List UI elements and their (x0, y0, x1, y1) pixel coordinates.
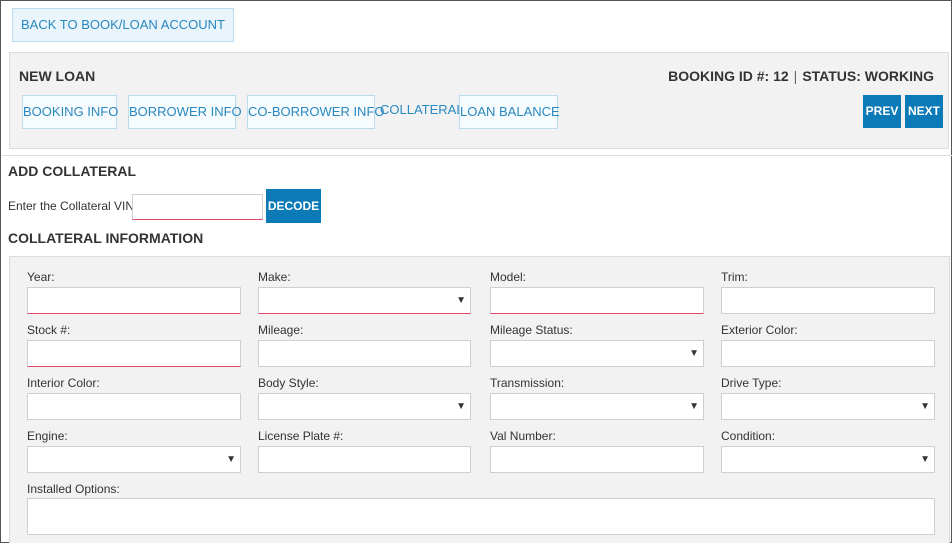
condition-select[interactable]: ▼ (721, 446, 935, 473)
status-separator: | (793, 68, 798, 84)
booking-id: BOOKING ID #: 12 (668, 68, 789, 84)
chevron-down-icon: ▼ (226, 454, 236, 465)
chevron-down-icon: ▼ (456, 295, 466, 306)
tab-collateral[interactable]: COLLATERAL (380, 95, 464, 129)
tab-loan-balance[interactable]: LOAN BALANCE (459, 95, 560, 129)
engine-select[interactable]: ▼ (27, 446, 241, 473)
body-style-select[interactable]: ▼ (258, 393, 471, 420)
make-select[interactable]: ▼ (258, 287, 471, 314)
exterior-color-label: Exterior Color: (721, 323, 798, 337)
transmission-select[interactable]: ▼ (490, 393, 704, 420)
installed-options-textarea[interactable] (27, 498, 935, 535)
add-collateral-heading: ADD COLLATERAL (8, 163, 137, 179)
loan-header-panel: NEW LOAN BOOKING ID #: 12 | STATUS: WORKIN… (9, 52, 949, 149)
val-number-label: Val Number: (490, 429, 556, 443)
exterior-color-input[interactable] (721, 340, 935, 367)
back-to-list-button[interactable]: BACK TO BOOK/LOAN ACCOUNT LIST (12, 8, 234, 64)
vin-input[interactable] (132, 194, 263, 220)
section-divider (2, 155, 952, 156)
model-label: Model: (490, 270, 527, 284)
collateral-information-heading: COLLATERAL INFORMATION (8, 230, 204, 246)
booking-status: BOOKING ID #: 12 | STATUS: WORKING (668, 68, 934, 84)
condition-label: Condition: (721, 429, 776, 443)
trim-label: Trim: (721, 270, 748, 284)
model-input[interactable] (490, 287, 704, 314)
mileage-status-select[interactable]: ▼ (490, 340, 704, 367)
body-style-label: Body Style: (258, 376, 319, 390)
prev-button[interactable]: PREV (863, 95, 901, 128)
stock-input[interactable] (27, 340, 241, 367)
make-label: Make: (258, 270, 291, 284)
stock-label: Stock #: (27, 323, 71, 337)
status-text: STATUS: WORKING (802, 68, 934, 84)
mileage-status-label: Mileage Status: (490, 323, 573, 337)
engine-label: Engine: (27, 429, 68, 443)
page-title: NEW LOAN (19, 68, 96, 84)
installed-options-label: Installed Options: (27, 482, 120, 496)
mileage-input[interactable] (258, 340, 471, 367)
collateral-form-panel: Year: Make: ▼ Model: Trim: Stock #: Mile… (9, 256, 950, 543)
interior-color-input[interactable] (27, 393, 241, 420)
chevron-down-icon: ▼ (456, 401, 466, 412)
vin-label: Enter the Collateral VIN: (8, 199, 138, 213)
year-input[interactable] (27, 287, 241, 314)
next-button[interactable]: NEXT (905, 95, 943, 128)
chevron-down-icon: ▼ (689, 401, 699, 412)
tab-co-borrower-info[interactable]: CO-BORROWER INFO (247, 95, 385, 129)
interior-color-label: Interior Color: (27, 376, 100, 390)
year-label: Year: (27, 270, 55, 284)
drive-type-select[interactable]: ▼ (721, 393, 935, 420)
drive-type-label: Drive Type: (721, 376, 782, 390)
tab-booking-info[interactable]: BOOKING INFO (22, 95, 118, 129)
val-number-input[interactable] (490, 446, 704, 473)
license-plate-input[interactable] (258, 446, 471, 473)
chevron-down-icon: ▼ (920, 454, 930, 465)
mileage-label: Mileage: (258, 323, 304, 337)
transmission-label: Transmission: (490, 376, 565, 390)
license-plate-label: License Plate #: (258, 429, 344, 443)
tab-borrower-info[interactable]: BORROWER INFO (128, 95, 242, 129)
decode-button[interactable]: DECODE (266, 189, 321, 223)
chevron-down-icon: ▼ (920, 401, 930, 412)
chevron-down-icon: ▼ (689, 348, 699, 359)
trim-input[interactable] (721, 287, 935, 314)
